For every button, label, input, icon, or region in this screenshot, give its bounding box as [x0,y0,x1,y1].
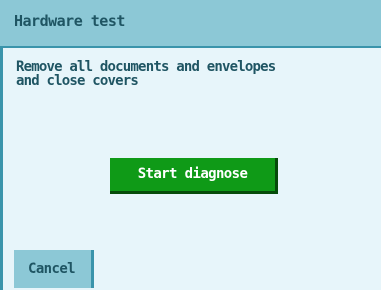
hardware-test-screen: Hardware test Remove all documents and e… [0,0,381,290]
instruction-line-1: Remove all documents and envelopes [16,59,276,75]
cancel-button[interactable]: Cancel [14,250,94,288]
start-diagnose-button[interactable]: Start diagnose [110,158,278,194]
instruction-message: Remove all documents and envelopes and c… [16,60,336,88]
page-title: Hardware test [14,12,125,30]
instruction-line-2: and close covers [16,73,139,89]
title-bar: Hardware test [0,0,381,48]
